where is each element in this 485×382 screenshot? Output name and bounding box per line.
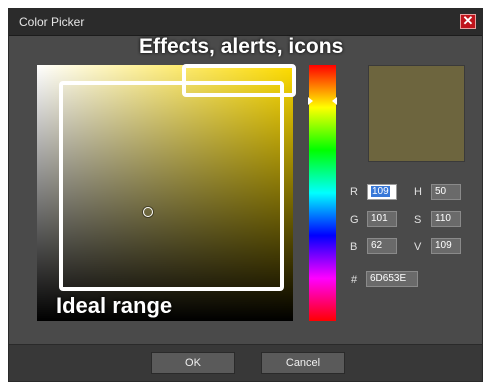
g-label: G xyxy=(350,214,359,226)
hue-right-arrow-icon[interactable] xyxy=(332,97,337,105)
ok-button[interactable]: OK xyxy=(151,352,235,374)
effects-annotation-label: Effects, alerts, icons xyxy=(139,35,344,58)
h-input[interactable]: 50 xyxy=(431,184,461,200)
b-input[interactable]: 62 xyxy=(367,238,397,254)
hue-left-arrow-icon[interactable] xyxy=(308,97,313,105)
ideal-range-outline xyxy=(59,81,284,291)
v-input[interactable]: 109 xyxy=(431,238,461,254)
dialog-title: Color Picker xyxy=(19,15,85,29)
title-bar: Color Picker ✕ xyxy=(9,9,482,36)
close-button[interactable]: ✕ xyxy=(460,14,476,29)
cancel-button[interactable]: Cancel xyxy=(261,352,345,374)
r-input[interactable]: 109 xyxy=(367,184,397,200)
s-label: S xyxy=(414,214,422,226)
color-picker-dialog: Color Picker ✕ R 109 H 50 G 101 S 110 B … xyxy=(8,8,483,382)
r-value: 109 xyxy=(371,186,390,197)
close-icon: ✕ xyxy=(462,13,474,28)
color-preview-swatch xyxy=(368,65,465,162)
hex-input[interactable]: 6D653E xyxy=(366,271,418,287)
v-label: V xyxy=(414,241,422,253)
g-input[interactable]: 101 xyxy=(367,211,397,227)
dialog-footer: OK Cancel xyxy=(9,344,482,381)
s-input[interactable]: 110 xyxy=(431,211,461,227)
ideal-annotation-label: Ideal range xyxy=(56,293,173,318)
hex-label: # xyxy=(351,274,358,286)
b-label: B xyxy=(350,241,358,253)
h-label: H xyxy=(414,186,422,198)
r-label: R xyxy=(350,186,358,198)
hue-slider[interactable] xyxy=(308,65,337,321)
